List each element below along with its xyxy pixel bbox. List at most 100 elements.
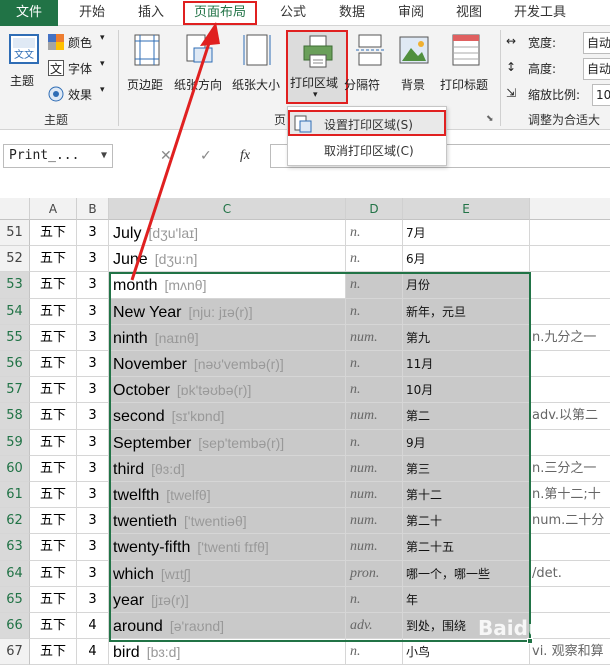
cell-meaning[interactable]: 第九 (403, 324, 530, 351)
cell-extra[interactable]: num.二十分 (530, 508, 610, 535)
cell-meaning[interactable]: 第二 (403, 403, 530, 430)
cell-word[interactable]: third [θɜ:d] (109, 455, 346, 482)
tab-home[interactable]: 开始 (64, 0, 120, 26)
name-box[interactable]: Print_... ▼ (3, 144, 113, 168)
cell-grade[interactable]: 五下 (30, 246, 77, 273)
cell-word[interactable]: which [wɪtʃ] (109, 560, 346, 587)
cell-meaning[interactable]: 11月 (403, 351, 530, 378)
cell-extra[interactable]: /det. (530, 561, 610, 587)
cell-word[interactable]: twelfth [twelfθ] (109, 482, 346, 509)
cell-grade[interactable]: 五下 (30, 351, 77, 378)
cell-word[interactable]: month [mʌnθ] (109, 272, 346, 299)
cell-unit[interactable]: 3 (77, 586, 109, 613)
cell-part-of-speech[interactable]: n. (346, 586, 403, 613)
row-header[interactable]: 55 (0, 324, 30, 351)
cell-meaning[interactable]: 第二十 (403, 508, 530, 535)
cell-extra[interactable] (530, 220, 610, 247)
cell-unit[interactable]: 3 (77, 455, 109, 482)
breaks-button[interactable]: 分隔符 (344, 32, 390, 96)
cell-grade[interactable]: 五下 (30, 508, 77, 535)
tab-review[interactable]: 审阅 (383, 0, 439, 26)
cell-part-of-speech[interactable]: pron. (346, 560, 403, 587)
cell-extra[interactable]: n.三分之一 (530, 456, 610, 482)
background-button[interactable]: 背景 (394, 32, 434, 96)
cell-word[interactable]: second [sɪ'kɒnd] (109, 403, 346, 430)
row-header[interactable]: 65 (0, 586, 30, 613)
cell-meaning[interactable]: 9月 (403, 429, 530, 456)
cell-meaning[interactable]: 哪一个，哪一些 (403, 560, 530, 587)
tab-data[interactable]: 数据 (324, 0, 380, 26)
cell-part-of-speech[interactable]: num. (346, 455, 403, 482)
cell-word[interactable]: November [nəʊ'vembə(r)] (109, 351, 346, 378)
cell-meaning[interactable]: 7月 (403, 220, 530, 247)
cell-part-of-speech[interactable]: n. (346, 639, 403, 666)
margins-button[interactable]: 页边距 (124, 32, 170, 96)
enter-icon[interactable]: ✓ (200, 144, 212, 168)
cell-extra[interactable] (530, 587, 610, 613)
cell-extra[interactable] (530, 351, 610, 378)
cell-grade[interactable]: 五下 (30, 613, 77, 640)
height-select[interactable]: 自动 (583, 58, 610, 80)
set-print-area-item[interactable]: 设置打印区域(S) (288, 110, 446, 136)
cell-meaning[interactable]: 月份 (403, 272, 530, 299)
tab-file[interactable]: 文件 (0, 0, 58, 26)
cell-unit[interactable]: 3 (77, 534, 109, 561)
cell-unit[interactable]: 3 (77, 246, 109, 273)
cell-unit[interactable]: 4 (77, 639, 109, 666)
clear-print-area-item[interactable]: 取消打印区域(C) (288, 138, 446, 164)
fonts-button[interactable]: 文 字体 ▾ (48, 58, 110, 78)
insert-function-icon[interactable]: fx (240, 144, 250, 168)
cell-part-of-speech[interactable]: n. (346, 220, 403, 247)
cell-unit[interactable]: 3 (77, 403, 109, 430)
column-header-a[interactable]: A (30, 198, 77, 220)
cell-meaning[interactable]: 6月 (403, 246, 530, 273)
effects-button[interactable]: 效果 ▾ (48, 84, 110, 104)
cell-extra[interactable] (530, 377, 610, 404)
cell-grade[interactable]: 五下 (30, 220, 77, 247)
cell-grade[interactable]: 五下 (30, 324, 77, 351)
cell-meaning[interactable]: 年 (403, 586, 530, 613)
cancel-icon[interactable]: ✕ (160, 144, 172, 168)
column-header-f[interactable] (530, 198, 610, 220)
cell-unit[interactable]: 3 (77, 324, 109, 351)
print-titles-button[interactable]: 打印标题 (436, 32, 496, 96)
cell-grade[interactable]: 五下 (30, 455, 77, 482)
tab-insert[interactable]: 插入 (124, 0, 178, 26)
cell-grade[interactable]: 五下 (30, 403, 77, 430)
cell-extra[interactable] (530, 246, 610, 273)
cell-part-of-speech[interactable]: num. (346, 482, 403, 509)
row-header[interactable]: 63 (0, 534, 30, 561)
row-header[interactable]: 53 (0, 272, 30, 299)
cell-grade[interactable]: 五下 (30, 534, 77, 561)
row-header[interactable]: 66 (0, 613, 30, 640)
cell-meaning[interactable]: 第十二 (403, 482, 530, 509)
width-select[interactable]: 自动 (583, 32, 610, 54)
cell-meaning[interactable]: 新年，元旦 (403, 298, 530, 325)
row-header[interactable]: 52 (0, 246, 30, 273)
row-header[interactable]: 67 (0, 639, 30, 666)
cell-part-of-speech[interactable]: n. (346, 351, 403, 378)
cell-unit[interactable]: 3 (77, 508, 109, 535)
cell-word[interactable]: June [dʒu:n] (109, 246, 346, 273)
cell-word[interactable]: year [jɪə(r)] (109, 586, 346, 613)
cell-word[interactable]: twentieth ['twentiəθ] (109, 508, 346, 535)
cell-unit[interactable]: 3 (77, 272, 109, 299)
cell-word[interactable]: October [ɒk'təʊbə(r)] (109, 377, 346, 404)
column-header-e[interactable]: E (403, 198, 530, 220)
cell-extra[interactable] (530, 430, 610, 456)
row-header[interactable]: 61 (0, 482, 30, 509)
cell-extra[interactable] (530, 272, 610, 299)
cell-part-of-speech[interactable]: num. (346, 534, 403, 561)
cell-extra[interactable]: vi. 观察和算 (530, 639, 610, 666)
cell-part-of-speech[interactable]: num. (346, 403, 403, 430)
column-header-c[interactable]: C (109, 198, 346, 220)
tab-view[interactable]: 视图 (441, 0, 497, 26)
cell-part-of-speech[interactable]: n. (346, 272, 403, 299)
cell-extra[interactable]: adv.以第二 (530, 403, 610, 430)
cell-unit[interactable]: 3 (77, 377, 109, 404)
themes-button[interactable]: 文文 主题 (4, 32, 44, 90)
cell-word[interactable]: around [ə'raʊnd] (109, 613, 346, 640)
cell-part-of-speech[interactable]: n. (346, 429, 403, 456)
row-header[interactable]: 54 (0, 298, 30, 325)
row-header[interactable]: 62 (0, 508, 30, 535)
